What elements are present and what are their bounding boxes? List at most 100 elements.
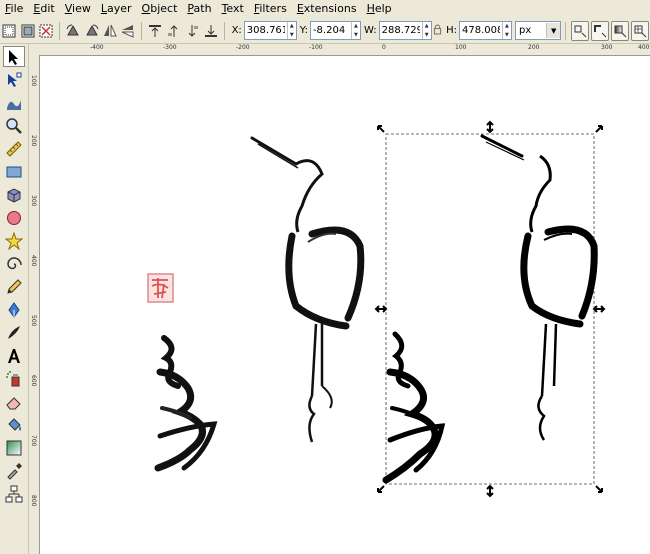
w-spinner[interactable]: ▲ ▼ — [421, 22, 431, 39]
lower-icon[interactable] — [184, 21, 200, 41]
raise-to-top-icon[interactable] — [147, 21, 163, 41]
spiral-icon[interactable] — [3, 253, 25, 274]
ruler-label: 400 — [638, 44, 650, 51]
tweak-icon[interactable] — [3, 92, 25, 113]
crane-traced[interactable] — [480, 134, 598, 441]
x-field: ▲▼ — [243, 21, 297, 40]
node-edit-icon[interactable] — [3, 69, 25, 90]
menu-help[interactable]: Help — [362, 0, 397, 18]
connector-icon[interactable] — [3, 483, 25, 504]
drawing-canvas[interactable] — [40, 56, 650, 554]
unit-select[interactable]: px ▼ — [514, 21, 562, 40]
ruler-label: -400 — [90, 44, 104, 51]
scale-corners-icon[interactable] — [591, 20, 609, 41]
ruler-label: 600 — [30, 375, 37, 387]
handle-middle-left[interactable] — [374, 305, 388, 313]
handle-top-center[interactable] — [486, 120, 494, 134]
handle-bottom-left[interactable] — [377, 485, 385, 493]
toolbar-separator — [141, 21, 143, 40]
toolbox — [0, 44, 29, 554]
ruler-label: 200 — [528, 44, 540, 51]
move-gradients-icon[interactable] — [611, 20, 629, 41]
toolbar-separator — [59, 21, 60, 40]
ruler-label: 100 — [30, 75, 37, 87]
rotate-ccw-icon[interactable] — [65, 21, 81, 41]
menu-extensions[interactable]: Extensions — [292, 0, 362, 18]
selector-arrow-icon[interactable] — [3, 46, 25, 67]
tool-controls-bar: X: ▲▼ Y: ▲▼ W: ▲▼ H: ▲▼ px ▼ — [0, 18, 650, 44]
select-all-icon[interactable] — [1, 21, 17, 41]
ruler-label: 500 — [30, 315, 37, 327]
crane-original[interactable] — [250, 136, 365, 443]
toolbar-separator — [565, 21, 566, 40]
ellipse-icon[interactable] — [3, 207, 25, 228]
measure-icon[interactable] — [3, 138, 25, 159]
w-label: W: — [363, 25, 377, 36]
unit-value: px — [518, 25, 532, 36]
ruler-label: 800 — [30, 495, 37, 507]
ruler-label: 400 — [30, 255, 37, 267]
lock-ratio-icon[interactable] — [432, 24, 443, 38]
pen-icon[interactable] — [3, 299, 25, 320]
calligraphy-icon[interactable] — [3, 322, 25, 343]
menu-view[interactable]: View — [60, 0, 96, 18]
calligraphy-glyph-original[interactable] — [154, 335, 218, 472]
lower-to-bottom-icon[interactable] — [202, 21, 218, 41]
paint-bucket-icon[interactable] — [3, 414, 25, 435]
handle-top-left[interactable] — [377, 125, 385, 133]
menu-edit[interactable]: Edit — [28, 0, 59, 18]
selection-handles — [374, 120, 606, 498]
spray-icon[interactable] — [3, 368, 25, 389]
y-input[interactable] — [310, 23, 351, 38]
h-spinner[interactable]: ▲ ▼ — [501, 22, 511, 39]
ruler-label: 200 — [30, 135, 37, 147]
handle-top-right[interactable] — [595, 125, 603, 133]
chevron-down-icon: ▼ — [546, 23, 561, 38]
raise-icon[interactable] — [166, 21, 182, 41]
rotate-cw-icon[interactable] — [83, 21, 99, 41]
y-spinner[interactable]: ▲ ▼ — [350, 22, 360, 39]
zoom-icon[interactable] — [3, 115, 25, 136]
vertical-ruler[interactable]: 100 200 300 400 500 600 700 800 — [29, 55, 40, 554]
x-spinner[interactable]: ▲ ▼ — [286, 22, 296, 39]
x-input[interactable] — [244, 23, 287, 38]
menu-path[interactable]: Path — [182, 0, 216, 18]
text-icon[interactable] — [3, 345, 25, 366]
rectangle-icon[interactable] — [3, 161, 25, 182]
ruler-label: 300 — [601, 44, 613, 51]
move-patterns-icon[interactable] — [631, 20, 649, 41]
y-label: Y: — [299, 25, 308, 36]
w-input[interactable] — [379, 23, 422, 38]
toolbar-separator — [223, 21, 225, 40]
calligraphy-glyph-traced[interactable] — [382, 331, 446, 484]
select-all-layers-icon[interactable] — [19, 21, 35, 41]
menu-filters[interactable]: Filters — [249, 0, 292, 18]
3d-box-icon[interactable] — [3, 184, 25, 205]
menu-file[interactable]: File — [0, 0, 28, 18]
flip-horizontal-icon[interactable] — [102, 21, 118, 41]
handle-middle-right[interactable] — [592, 305, 606, 313]
gradient-icon[interactable] — [3, 437, 25, 458]
menu-text[interactable]: Text — [217, 0, 249, 18]
pencil-icon[interactable] — [3, 276, 25, 297]
star-icon[interactable] — [3, 230, 25, 251]
canvas-artwork — [147, 120, 606, 498]
menu-layer[interactable]: Layer — [96, 0, 137, 18]
eraser-icon[interactable] — [3, 391, 25, 412]
ruler-label: -300 — [163, 44, 177, 51]
x-label: X: — [231, 25, 242, 36]
h-label: H: — [446, 25, 457, 36]
scale-stroke-icon[interactable] — [571, 20, 589, 41]
dropper-icon[interactable] — [3, 460, 25, 481]
ruler-label: 300 — [30, 195, 37, 207]
menu-object[interactable]: Object — [137, 0, 183, 18]
h-field: ▲▼ — [458, 21, 512, 40]
horizontal-ruler[interactable]: -400 -300 -200 -100 0 100 200 300 400 — [40, 44, 650, 56]
red-seal-stamp[interactable] — [147, 273, 174, 303]
handle-bottom-center[interactable] — [486, 484, 494, 498]
handle-bottom-right[interactable] — [595, 485, 603, 493]
flip-vertical-icon[interactable] — [120, 21, 136, 41]
w-field: ▲▼ — [378, 21, 432, 40]
deselect-icon[interactable] — [38, 21, 54, 41]
h-input[interactable] — [459, 23, 502, 38]
